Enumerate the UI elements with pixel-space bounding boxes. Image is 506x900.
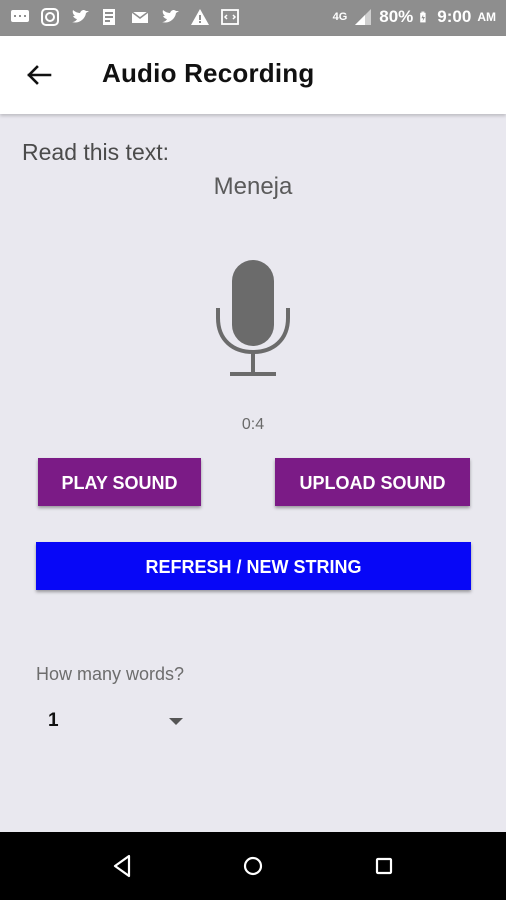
twitter-icon	[162, 9, 179, 23]
page-title: Audio Recording	[102, 58, 315, 88]
signal-icon	[355, 9, 372, 25]
play-sound-button[interactable]: PLAY SOUND	[38, 458, 201, 506]
prompt-label: Read this text:	[22, 139, 170, 165]
clock-ampm: AM	[477, 10, 496, 24]
notification-icons	[10, 7, 240, 27]
word-count-value: 1	[48, 710, 59, 731]
nav-home-icon[interactable]	[239, 852, 267, 880]
mail-icon	[131, 11, 149, 23]
microphone-icon[interactable]	[213, 256, 293, 380]
arrow-back-icon[interactable]	[22, 58, 56, 92]
upload-sound-button[interactable]: UPLOAD SOUND	[275, 458, 470, 506]
recording-timer: 0:4	[241, 416, 265, 433]
refresh-new-string-button[interactable]: REFRESH / NEW STRING	[36, 542, 471, 590]
navigation-bar	[0, 832, 506, 900]
battery-percent: 80%	[379, 7, 414, 26]
dropdown-arrow-icon	[169, 718, 183, 725]
target-word: Meneja	[213, 173, 293, 200]
network-type: 4G	[332, 11, 348, 23]
system-status: 4G 80% 9:00 AM	[333, 7, 496, 27]
status-bar: 4G 80% 9:00 AM	[0, 0, 506, 36]
nav-recents-icon[interactable]	[370, 852, 398, 880]
word-count-label: How many words?	[36, 664, 185, 684]
instagram-icon	[41, 8, 59, 26]
code-icon	[221, 9, 239, 25]
app-bar: Audio Recording	[0, 36, 506, 114]
battery-charging-icon	[420, 11, 426, 23]
alert-icon	[191, 9, 209, 25]
twitter-icon	[72, 9, 89, 23]
nav-back-icon[interactable]	[109, 852, 137, 880]
word-count-select[interactable]: 1	[36, 700, 192, 740]
clock: 9:00	[437, 7, 472, 26]
document-icon	[103, 9, 115, 25]
message-icon	[11, 10, 29, 22]
